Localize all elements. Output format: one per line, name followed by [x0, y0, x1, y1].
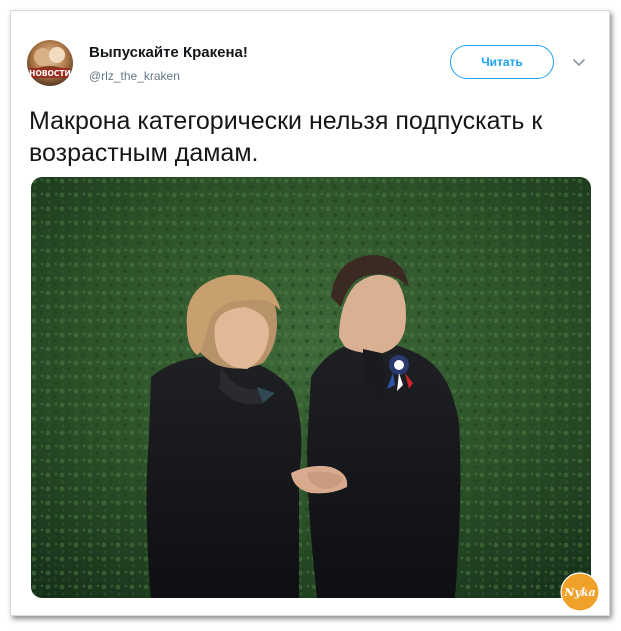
watermark-text: Nyka — [563, 586, 595, 599]
follow-button[interactable]: Читать — [450, 45, 554, 79]
tweet-text: Макрона категорически нельзя подпускать … — [29, 107, 543, 167]
avatar-image: НОВОСТИ — [27, 40, 73, 86]
avatar-label: НОВОСТИ — [29, 69, 71, 78]
author-handle[interactable]: @rlz_the_kraken — [89, 69, 180, 83]
nyka-logo-icon: Nyka — [560, 572, 600, 612]
tweet-photo[interactable] — [31, 177, 591, 598]
photo-two-people-icon — [31, 177, 591, 598]
tweet-card: НОВОСТИ Выпускайте Кракена! @rlz_the_kra… — [10, 10, 610, 616]
author-display-name[interactable]: Выпускайте Кракена! — [89, 44, 248, 61]
chevron-down-icon[interactable] — [572, 58, 586, 68]
author-avatar[interactable]: НОВОСТИ — [27, 40, 73, 86]
